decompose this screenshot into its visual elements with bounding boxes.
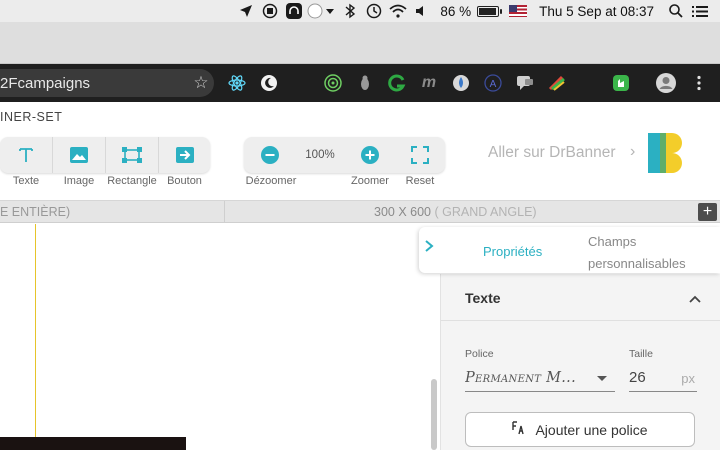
record-stop-icon[interactable] <box>258 0 282 22</box>
bookmark-star-icon[interactable]: ☆ <box>188 73 214 93</box>
add-text-button[interactable] <box>0 137 52 173</box>
spotlight-search-icon[interactable] <box>664 0 688 22</box>
add-font-label: Ajouter une police <box>535 421 648 438</box>
reset-label: Reset <box>405 175 435 187</box>
text-icon <box>19 148 33 162</box>
profile-avatar-icon[interactable] <box>656 73 676 93</box>
font-size-unit: px <box>681 371 695 386</box>
tool-label-rectangle: Rectangle <box>107 175 157 187</box>
more-vert-icon[interactable] <box>690 74 708 92</box>
flag-input-source-icon[interactable] <box>503 0 533 22</box>
font-size-value: 26 <box>629 369 646 386</box>
canvas-scrollbar[interactable] <box>431 379 437 450</box>
banner-element[interactable] <box>0 437 186 450</box>
browser-tab-strip <box>0 22 720 64</box>
tab-custom-fields[interactable]: Champs personnalisables <box>588 231 708 275</box>
cloud-dropdown-icon[interactable] <box>306 0 338 22</box>
a-circle-extension-icon[interactable]: A <box>484 74 502 92</box>
collapse-panel-chevron-icon[interactable] <box>424 239 434 258</box>
zoom-controls-group: 100% <box>244 137 445 173</box>
tab-custom-fields-line2: personnalisables <box>588 256 686 271</box>
fullscreen-icon <box>411 146 429 164</box>
chevron-up-icon[interactable] <box>688 292 702 306</box>
font-select-value: Permanent M... <box>465 370 576 386</box>
editor-canvas[interactable] <box>0 224 440 450</box>
alignment-guide <box>35 224 36 450</box>
wifi-icon[interactable] <box>386 0 410 22</box>
svg-text:A: A <box>490 79 497 90</box>
tab-custom-fields-line1: Champs <box>588 234 637 249</box>
react-devtools-icon[interactable] <box>228 74 246 92</box>
time-machine-icon[interactable] <box>362 0 386 22</box>
drbanner-link[interactable]: Aller sur DrBanner <box>488 144 616 162</box>
headphones-app-icon[interactable] <box>282 0 306 22</box>
bug-extension-icon[interactable] <box>356 74 374 92</box>
tool-label-image: Image <box>63 175 95 187</box>
grammarly-icon[interactable] <box>388 74 406 92</box>
format-tab-active[interactable]: 300 X 600 ( GRAND ANGLE) <box>374 205 537 219</box>
add-image-button[interactable] <box>53 137 105 173</box>
url-text: 2Fcampaigns <box>0 74 91 92</box>
font-add-icon <box>512 421 526 438</box>
add-rectangle-button[interactable] <box>106 137 158 173</box>
image-icon <box>70 147 88 163</box>
drop-extension-icon[interactable] <box>452 74 470 92</box>
browser-toolbar: 2Fcampaigns ☆ m A <box>0 64 720 102</box>
address-bar[interactable]: 2Fcampaigns ☆ <box>0 69 214 97</box>
tool-label-text: Texte <box>12 175 40 187</box>
zoom-in-button[interactable] <box>350 137 390 173</box>
format-name: ( GRAND ANGLE) <box>434 205 537 219</box>
battery-percent: 86 % <box>440 3 472 19</box>
battery-icon[interactable] <box>477 5 503 17</box>
chat-extension-icon[interactable] <box>516 74 534 92</box>
drbanner-logo <box>648 133 682 173</box>
insert-tools-group <box>0 137 210 173</box>
format-size: 300 X 600 <box>374 205 431 219</box>
volume-icon[interactable] <box>410 0 434 22</box>
font-size-input[interactable]: 26 px <box>629 366 697 392</box>
add-font-button[interactable]: Ajouter une police <box>465 412 695 447</box>
size-label: Taille <box>629 348 653 360</box>
chevron-right-icon[interactable]: › <box>630 143 635 161</box>
m-extension-icon[interactable]: m <box>420 74 438 92</box>
tab-properties[interactable]: Propriétés <box>483 244 542 259</box>
rectangle-icon <box>122 147 142 163</box>
zoom-out-label: Dézoomer <box>245 175 297 187</box>
format-tab-left[interactable]: E ENTIÈRE) <box>0 205 70 219</box>
palette-extension-icon[interactable] <box>548 74 566 92</box>
button-icon <box>175 147 194 163</box>
font-select[interactable]: Permanent M... <box>465 366 615 392</box>
minus-circle-icon <box>261 146 279 164</box>
font-label: Police <box>465 348 494 360</box>
tool-label-button: Bouton <box>167 175 202 187</box>
add-button-button[interactable] <box>159 137 210 173</box>
menubar-clock[interactable]: Thu 5 Sep at 08:37 <box>539 4 654 19</box>
plus-circle-icon <box>361 146 379 164</box>
bluetooth-icon[interactable] <box>338 0 362 22</box>
zoom-out-button[interactable] <box>250 137 290 173</box>
dark-mode-moon-icon[interactable] <box>260 74 278 92</box>
zoom-in-label: Zoomer <box>351 175 389 187</box>
green-hand-extension-icon[interactable] <box>612 74 630 92</box>
notification-center-icon[interactable] <box>688 0 712 22</box>
reset-zoom-button[interactable] <box>400 137 440 173</box>
add-format-button[interactable]: + <box>698 203 717 221</box>
menu-bar: 86 % Thu 5 Sep at 08:37 <box>0 0 720 22</box>
zoom-level: 100% <box>305 149 335 161</box>
location-arrow-icon[interactable] <box>234 0 258 22</box>
target-extension-icon[interactable] <box>324 74 342 92</box>
page-title: INER-SET <box>0 110 63 124</box>
format-bar: E ENTIÈRE) 300 X 600 ( GRAND ANGLE) + <box>0 200 720 223</box>
dropdown-arrow-icon <box>597 376 607 381</box>
section-title-text[interactable]: Texte <box>465 290 501 306</box>
